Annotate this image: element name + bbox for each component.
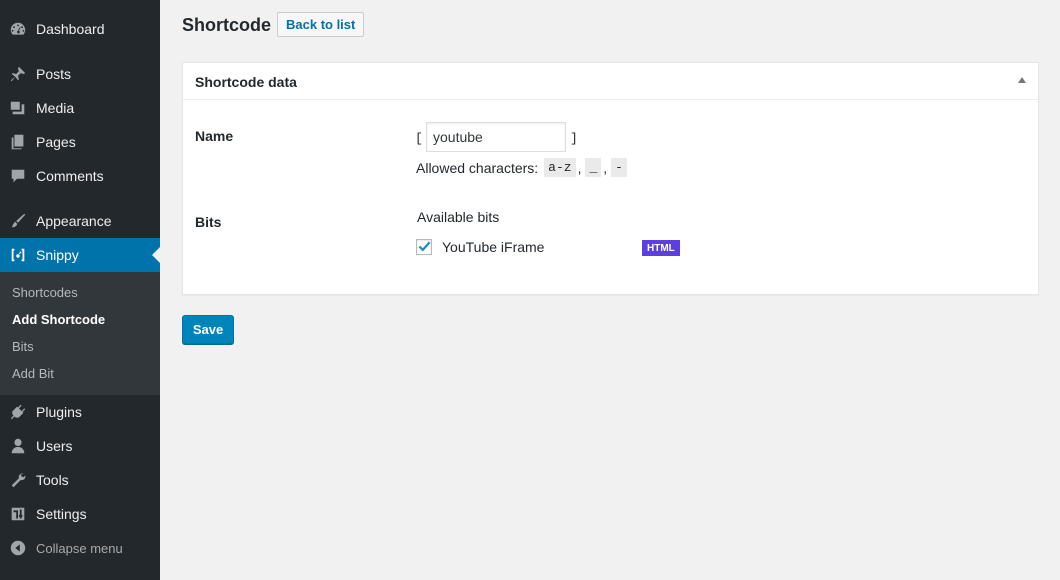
menu-item-media[interactable]: Media [0, 91, 160, 125]
pin-icon [0, 57, 36, 91]
allowed-code-dash: - [611, 158, 627, 177]
bracket-close: ] [570, 131, 578, 146]
menu-item-comments[interactable]: Comments [0, 159, 160, 193]
dashboard-icon [0, 12, 36, 46]
menu-item-pages[interactable]: Pages [0, 125, 160, 159]
collapse-label: Collapse menu [36, 540, 123, 556]
admin-sidebar: Dashboard Posts Media Pages Comments App… [0, 0, 160, 580]
page-title: Shortcode [182, 15, 272, 35]
menu-label: Posts [36, 66, 72, 82]
pages-icon [0, 125, 36, 159]
name-label: Name [195, 128, 234, 144]
menu-item-tools[interactable]: Tools [0, 463, 160, 497]
bits-label: Bits [195, 214, 222, 230]
menu-label: Settings [36, 506, 87, 522]
collapse-arrow-icon[interactable] [1018, 77, 1026, 83]
menu-label: Dashboard [36, 21, 105, 37]
menu-label: Snippy [36, 247, 79, 263]
menu-label: Tools [36, 472, 69, 488]
allowed-characters-hint: Allowed characters: a-z , _ , - [416, 158, 629, 177]
snippy-icon [0, 238, 36, 272]
submenu-item-add-shortcode[interactable]: Add Shortcode [12, 312, 105, 327]
checkmark-icon [418, 241, 431, 252]
collapse-menu-button[interactable]: Collapse menu [0, 531, 160, 565]
menu-label: Media [36, 100, 75, 116]
user-icon [0, 429, 36, 463]
menu-label: Comments [36, 168, 104, 184]
bit-type-badge: HTML [642, 240, 680, 256]
menu-item-users[interactable]: Users [0, 429, 160, 463]
allowed-code-underscore: _ [585, 158, 602, 177]
submenu-item-bits[interactable]: Bits [12, 339, 34, 354]
menu-label: Appearance [36, 213, 112, 229]
menu-item-snippy[interactable]: Snippy [0, 238, 160, 272]
postbox-title: Shortcode data [195, 74, 297, 90]
menu-item-plugins[interactable]: Plugins [0, 395, 160, 429]
menu-label: Users [36, 438, 73, 454]
menu-item-appearance[interactable]: Appearance [0, 204, 160, 238]
save-button[interactable]: Save [182, 315, 234, 344]
wrench-icon [0, 463, 36, 497]
back-to-list-button[interactable]: Back to list [277, 12, 365, 37]
submenu-item-add-bit[interactable]: Add Bit [12, 366, 54, 381]
submenu-item-shortcodes[interactable]: Shortcodes [12, 285, 78, 300]
menu-item-settings[interactable]: Settings [0, 497, 160, 531]
bit-option: YouTube iFrame HTML [416, 238, 716, 258]
allowed-text: Allowed characters: [416, 159, 539, 176]
menu-item-dashboard[interactable]: Dashboard [0, 12, 160, 46]
menu-label: Pages [36, 134, 76, 150]
snippy-submenu: Shortcodes Add Shortcode Bits Add Bit [0, 272, 160, 395]
allowed-code-az: a-z [544, 158, 576, 177]
shortcode-data-box: Shortcode data Name [ ] Allowed characte… [182, 62, 1039, 295]
postbox-header[interactable]: Shortcode data [183, 63, 1038, 100]
plugin-icon [0, 395, 36, 429]
media-icon [0, 91, 36, 125]
collapse-icon [0, 531, 36, 565]
comma: , [577, 159, 582, 176]
current-menu-arrow [152, 247, 160, 263]
bit-checkbox[interactable] [416, 239, 432, 255]
bracket-open: [ [415, 131, 423, 146]
menu-label: Plugins [36, 404, 82, 420]
menu-item-posts[interactable]: Posts [0, 57, 160, 91]
settings-icon [0, 497, 36, 531]
brush-icon [0, 204, 36, 238]
available-bits-label: Available bits [417, 209, 500, 225]
comment-icon [0, 159, 36, 193]
bit-name-label[interactable]: YouTube iFrame [442, 239, 544, 255]
comma: , [603, 159, 608, 176]
shortcode-name-input[interactable] [426, 122, 566, 152]
